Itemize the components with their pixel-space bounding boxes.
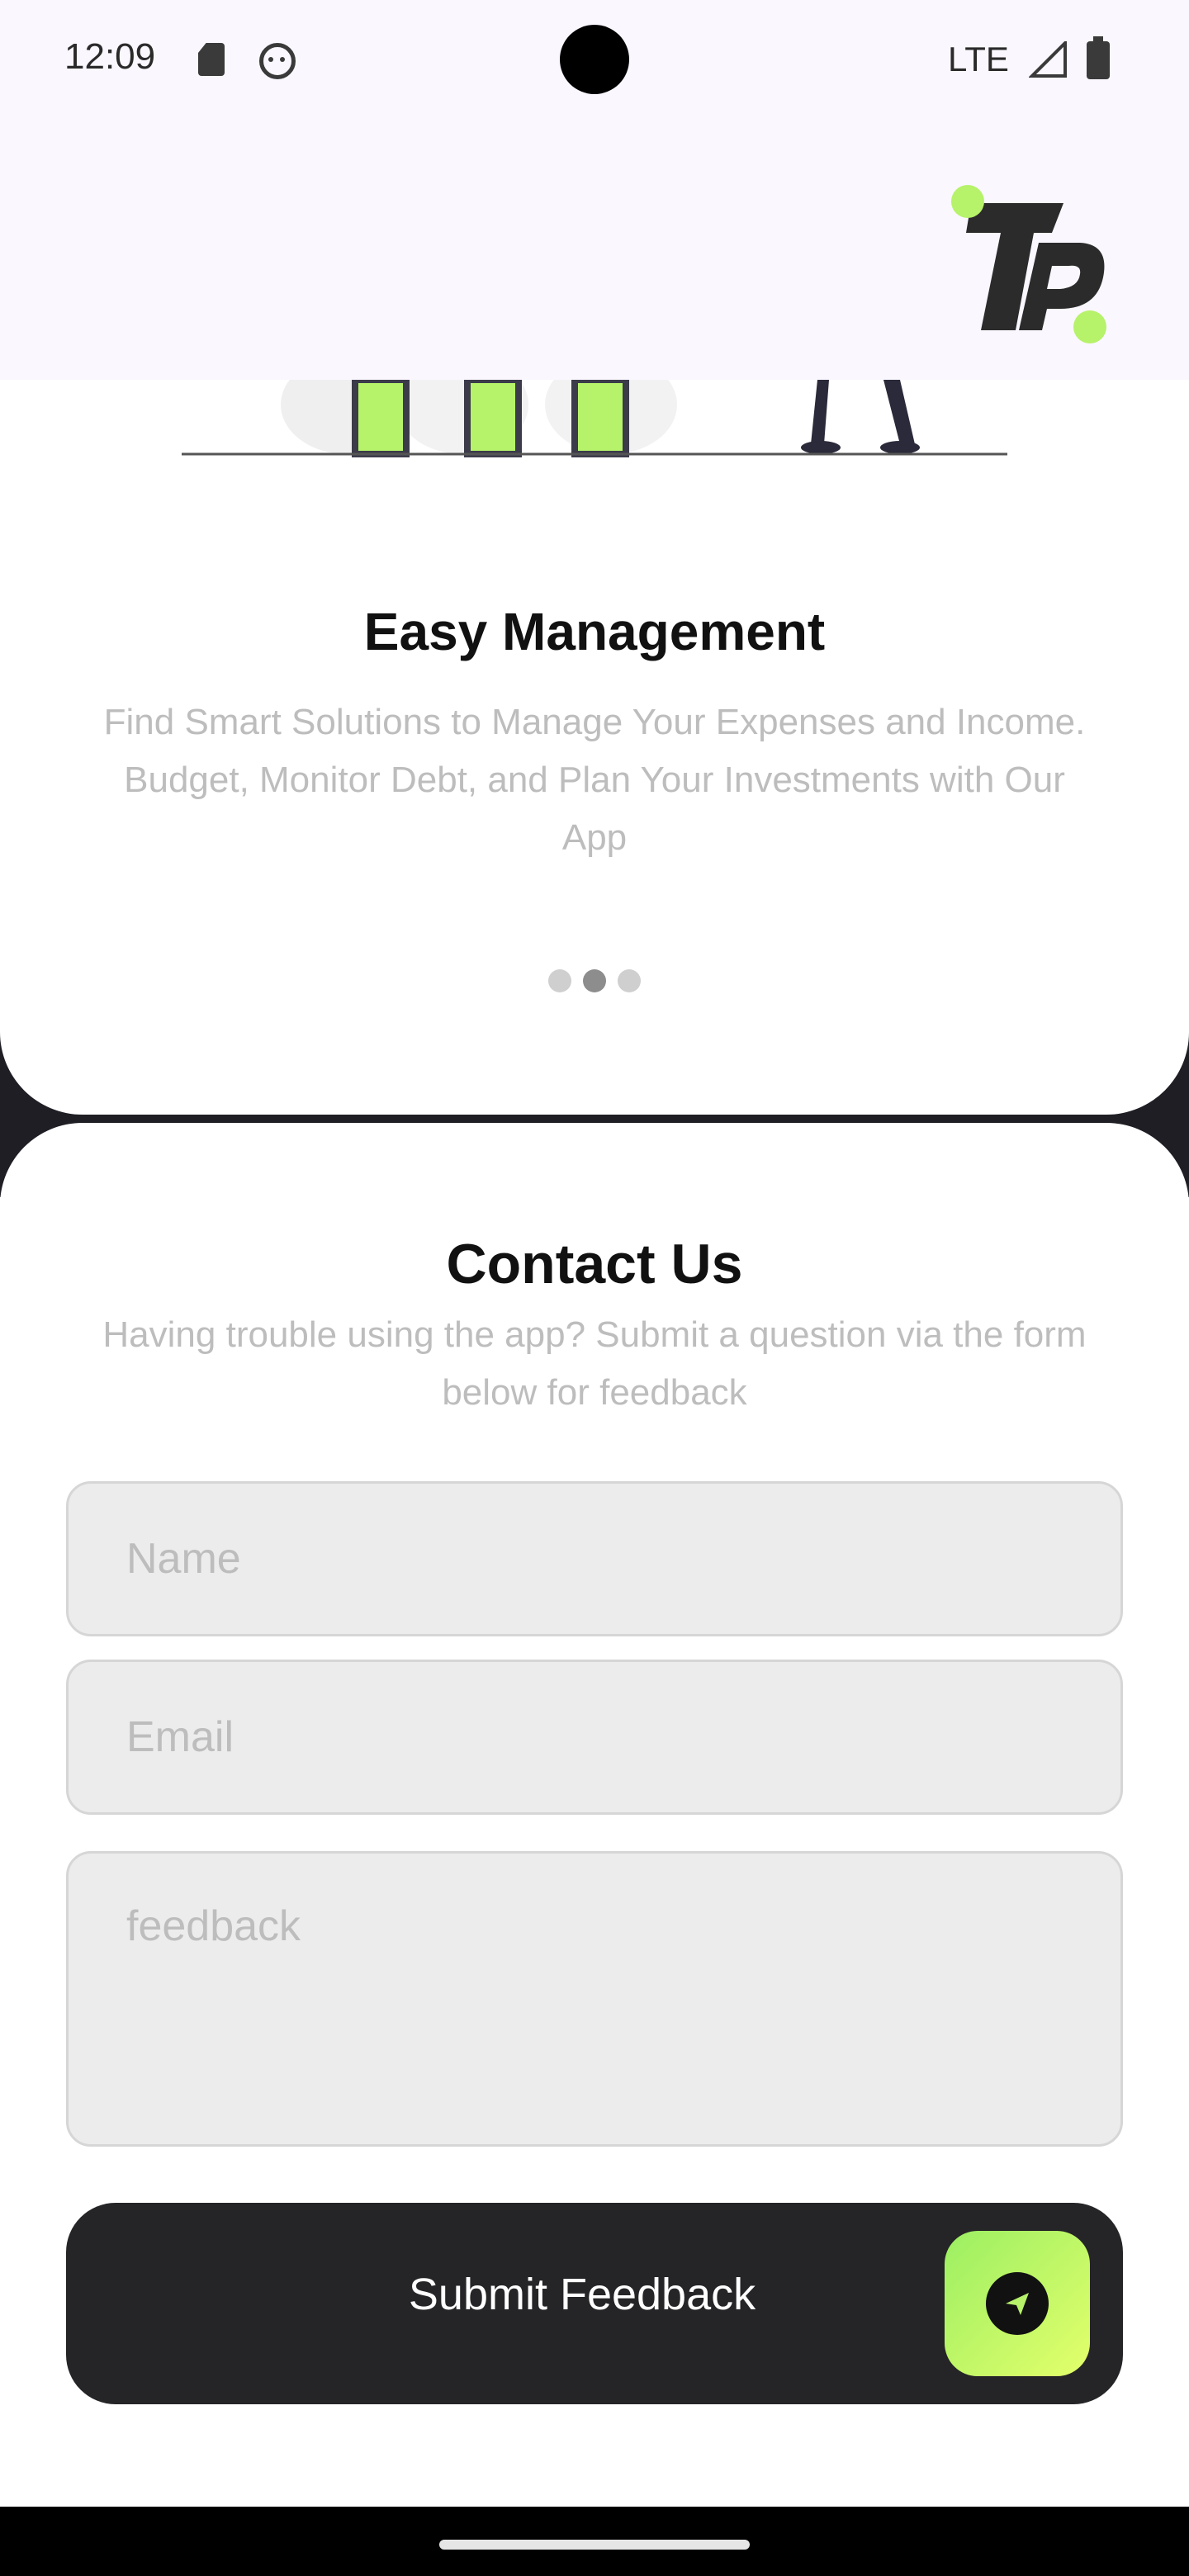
page-indicator[interactable] <box>0 969 1189 994</box>
home-indicator[interactable] <box>439 2540 750 2550</box>
name-input[interactable] <box>66 1481 1123 1636</box>
contact-title: Contact Us <box>446 1233 743 1295</box>
contact-description: Having trouble using the app? Submit a q… <box>102 1314 1087 1413</box>
onboarding-title: Easy Management <box>363 602 826 661</box>
page-dot-2[interactable] <box>583 969 606 992</box>
page-dot-3[interactable] <box>618 969 641 992</box>
onboarding-illustration <box>182 380 1007 457</box>
signal-icon <box>1029 41 1067 78</box>
send-icon <box>986 2272 1049 2335</box>
app-logo <box>951 185 1106 343</box>
onboarding-card: Easy Management Find Smart Solutions to … <box>0 380 1189 1115</box>
submit-feedback-label: Submit Feedback <box>408 2270 756 2319</box>
app-header <box>0 121 1189 380</box>
send-button-badge[interactable] <box>945 2231 1090 2376</box>
status-time: 12:09 <box>64 36 156 77</box>
battery-icon <box>1087 36 1110 79</box>
sd-card-icon <box>198 43 225 76</box>
status-bar: 12:09 LTE <box>0 0 1189 121</box>
onboarding-description: Find Smart Solutions to Manage Your Expe… <box>103 702 1086 858</box>
face-icon <box>259 43 296 79</box>
page-dot-1[interactable] <box>548 969 571 992</box>
submit-feedback-button[interactable]: Submit Feedback <box>66 2203 1123 2404</box>
camera-cutout <box>560 25 629 94</box>
contact-card: Contact Us Having trouble using the app?… <box>0 1123 1189 2507</box>
network-type: LTE <box>948 40 1009 78</box>
email-input[interactable] <box>66 1660 1123 1815</box>
feedback-input[interactable] <box>66 1851 1123 2147</box>
navigation-bar <box>0 2507 1189 2576</box>
